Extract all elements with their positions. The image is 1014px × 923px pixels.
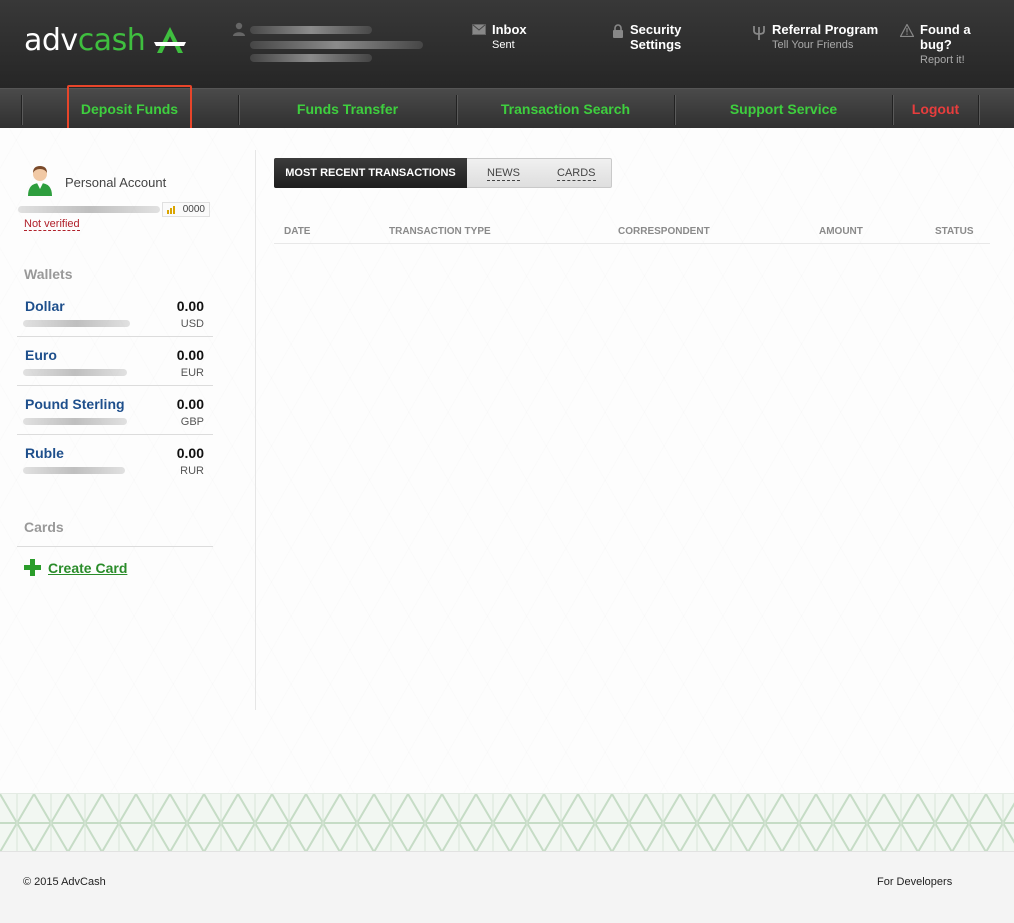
column-amount[interactable]: AMOUNT [819, 226, 863, 237]
tab-cards[interactable]: CARDS [557, 159, 596, 187]
username-redacted [250, 26, 372, 34]
wallet-amount: 0.00 [176, 347, 204, 363]
plus-icon [24, 559, 41, 576]
avatar-icon [28, 166, 52, 196]
wallet-id-redacted [23, 369, 127, 376]
inbox-subtitle: Sent [492, 39, 515, 51]
wallet-name[interactable]: Pound Sterling [25, 396, 125, 412]
wallet-id-redacted [23, 320, 130, 327]
envelope-icon [472, 24, 486, 35]
inbox-title: Inbox [492, 22, 527, 37]
trident-icon [753, 26, 765, 40]
wallet-id-redacted [23, 467, 125, 474]
page-footer: © 2015 AdvCash For Developers [0, 851, 1014, 923]
personal-account-title: Personal Account [65, 175, 167, 190]
not-verified-link[interactable]: Not verified [24, 218, 80, 231]
nav-support-service[interactable]: Support Service [675, 89, 892, 129]
signal-bars-icon [167, 206, 175, 214]
sidebar-divider [255, 150, 256, 710]
security-title-line2: Settings [630, 37, 682, 52]
cards-divider [17, 546, 213, 547]
wallet-name[interactable]: Dollar [25, 298, 65, 314]
tab-news[interactable]: NEWS [487, 159, 520, 187]
security-settings-link[interactable]: Security Settings [612, 22, 681, 52]
warning-icon [900, 24, 914, 37]
column-status[interactable]: STATUS [935, 226, 974, 237]
transactions-table-header: DATE TRANSACTION TYPE CORRESPONDENT AMOU… [274, 222, 990, 244]
tab-cards-label: CARDS [557, 167, 596, 181]
user-icon [233, 22, 245, 36]
wallet-amount: 0.00 [176, 298, 204, 314]
wallet-name[interactable]: Ruble [25, 445, 64, 461]
wallet-currency: USD [180, 318, 204, 330]
wallet-currency: EUR [180, 367, 204, 379]
wallet-euro[interactable]: Euro 0.00 EUR [17, 337, 213, 386]
wallet-dollar[interactable]: Dollar 0.00 USD [17, 288, 213, 337]
account-level-badge: 0000 [162, 202, 210, 217]
cards-title: Cards [24, 519, 64, 535]
logo-text-cash: cash [77, 22, 146, 58]
column-correspondent[interactable]: CORRESPONDENT [618, 226, 710, 237]
column-date[interactable]: DATE [284, 226, 310, 237]
bug-title-line1: Found a [920, 22, 971, 37]
nav-deposit-funds[interactable]: Deposit Funds [21, 89, 238, 129]
tab-news-label: NEWS [487, 167, 520, 181]
wallet-currency: GBP [180, 416, 204, 428]
wallet-id-redacted [23, 418, 127, 425]
decorative-pattern-band [0, 793, 1014, 851]
referral-program-link[interactable]: Referral Program Tell Your Friends [752, 22, 878, 52]
user-info [232, 22, 432, 66]
column-transaction-type[interactable]: TRANSACTION TYPE [389, 226, 491, 237]
main-nav: Deposit Funds Funds Transfer Transaction… [0, 88, 1014, 128]
copyright-text: © 2015 AdvCash [23, 876, 106, 888]
report-bug-link[interactable]: Found a bug? Report it! [900, 22, 971, 67]
referral-subtitle: Tell Your Friends [772, 39, 854, 51]
top-header: adv cash Inbox Sent Security Settings Re… [0, 0, 1014, 88]
badge-value: 0000 [182, 204, 205, 215]
bug-subtitle: Report it! [920, 54, 965, 66]
inbox-link[interactable]: Inbox Sent [472, 22, 527, 52]
advcash-logo[interactable]: adv cash [24, 20, 187, 60]
wallets-title: Wallets [24, 266, 73, 282]
wallet-amount: 0.00 [176, 396, 204, 412]
security-title-line1: Security [630, 22, 682, 37]
wallet-currency: RUR [180, 465, 204, 477]
create-card-button[interactable]: Create Card [24, 559, 127, 576]
bug-title-line2: bug? [920, 37, 952, 52]
logo-a-icon [154, 27, 187, 53]
logo-text-adv: adv [24, 22, 78, 58]
nav-logout[interactable]: Logout [893, 89, 978, 129]
create-card-label: Create Card [48, 559, 128, 576]
nav-funds-transfer[interactable]: Funds Transfer [239, 89, 456, 129]
tab-most-recent-transactions[interactable]: MOST RECENT TRANSACTIONS [274, 158, 467, 188]
wallet-name[interactable]: Euro [25, 347, 57, 363]
content-tabs: MOST RECENT TRANSACTIONS NEWS CARDS [274, 158, 612, 188]
nav-separator [978, 95, 979, 125]
wallet-amount: 0.00 [176, 445, 204, 461]
account-number-redacted [18, 206, 160, 213]
lock-icon [613, 24, 623, 38]
email-redacted [250, 41, 423, 49]
wallet-ruble[interactable]: Ruble 0.00 RUR [17, 435, 213, 484]
nav-transaction-search[interactable]: Transaction Search [457, 89, 674, 129]
account-id-redacted [250, 54, 372, 62]
for-developers-link[interactable]: For Developers [877, 876, 952, 888]
wallet-pound-sterling[interactable]: Pound Sterling 0.00 GBP [17, 386, 213, 435]
referral-title: Referral Program [772, 22, 879, 37]
lattice-pattern [0, 794, 1014, 851]
